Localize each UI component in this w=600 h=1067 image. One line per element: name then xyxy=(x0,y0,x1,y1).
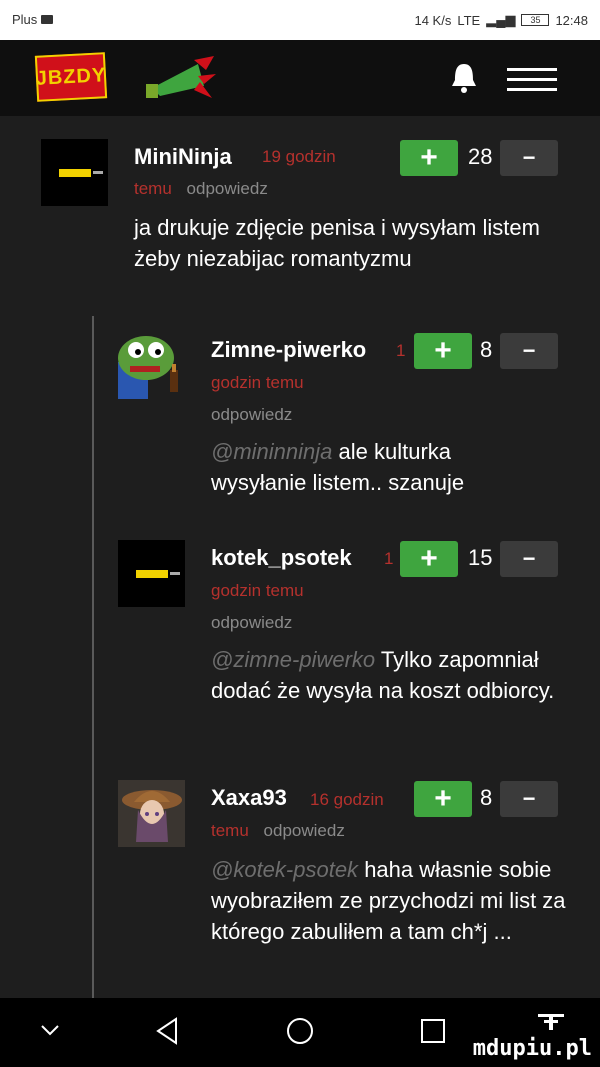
signal-icon: ▂▄▆ xyxy=(486,12,516,27)
network-speed: 14 K/s xyxy=(414,12,452,28)
downvote-button[interactable]: − xyxy=(500,333,558,369)
comment-meta: temu odpowiedz xyxy=(134,179,268,198)
pin-icon[interactable] xyxy=(536,1012,566,1032)
upvote-button[interactable]: + xyxy=(414,781,472,817)
hamburger-menu-icon[interactable] xyxy=(507,68,557,92)
home-icon[interactable] xyxy=(285,1016,315,1046)
comment-author[interactable]: Xaxa93 xyxy=(211,785,287,811)
comment-meta: temu odpowiedz xyxy=(211,821,345,840)
comment-score: 15 xyxy=(468,545,493,570)
reply-link[interactable]: odpowiedz xyxy=(211,610,292,636)
comment-text: @kotek-psotek haha własnie sobie wyobraz… xyxy=(211,857,566,944)
comments-section: MiniNinja 19 godzin + 28 − temu odpowied… xyxy=(0,116,600,998)
upvote-button[interactable]: + xyxy=(400,541,458,577)
status-bar: Plus 14 K/s LTE ▂▄▆ 35 12:48 xyxy=(0,0,600,40)
downvote-button[interactable]: − xyxy=(500,781,558,817)
mention-link[interactable]: @kotek-psotek xyxy=(211,857,358,882)
bell-icon[interactable] xyxy=(448,60,480,96)
downvote-button[interactable]: − xyxy=(500,541,558,577)
avatar[interactable] xyxy=(118,540,185,607)
system-nav-bar: mdupiu.pl xyxy=(0,998,600,1067)
comment-meta: godzin temu xyxy=(211,373,304,392)
watermark: mdupiu.pl xyxy=(472,1036,592,1061)
comment-score: 8 xyxy=(480,337,493,362)
comment-score: 8 xyxy=(480,785,493,810)
comment-meta: godzin temu xyxy=(211,581,304,600)
downvote-button[interactable]: − xyxy=(500,140,558,176)
notification-icon xyxy=(41,15,54,24)
comment-text: @zimne-piwerko Tylko zapomniał dodać że … xyxy=(211,647,555,703)
comment-time: 16 godzin xyxy=(310,790,384,809)
recents-icon[interactable] xyxy=(420,1018,446,1044)
avatar[interactable] xyxy=(118,780,185,847)
reply-link[interactable]: odpowiedz xyxy=(264,821,345,840)
network-type: LTE xyxy=(457,12,481,28)
comment-author[interactable]: Zimne-piwerko xyxy=(211,337,366,363)
battery-icon: 35 xyxy=(521,14,550,26)
avatar[interactable] xyxy=(118,332,185,399)
reply-thread-line xyxy=(92,316,94,998)
comment-author[interactable]: kotek_psotek xyxy=(211,545,352,571)
megaphone-icon[interactable] xyxy=(138,56,216,102)
clock: 12:48 xyxy=(555,12,588,28)
upvote-button[interactable]: + xyxy=(414,333,472,369)
comment-score: 28 xyxy=(468,144,493,169)
comment-time: 19 godzin xyxy=(262,147,336,166)
comment-author[interactable]: MiniNinja xyxy=(134,144,232,170)
reply-link[interactable]: odpowiedz xyxy=(211,402,292,428)
site-logo[interactable]: JBZDY xyxy=(34,52,108,102)
reply-link[interactable]: odpowiedz xyxy=(187,179,268,198)
chevron-down-icon[interactable] xyxy=(38,1022,62,1038)
back-icon[interactable] xyxy=(154,1016,180,1046)
carrier-label: Plus xyxy=(12,12,38,27)
comment-text: ja drukuje zdjęcie penisa i wysyłam list… xyxy=(134,215,540,271)
upvote-button[interactable]: + xyxy=(400,140,458,176)
comment-time: 1 xyxy=(384,549,394,568)
comment-text: @mininninja ale kulturka wysyłanie liste… xyxy=(211,439,465,495)
avatar[interactable] xyxy=(41,139,108,206)
comment-time: 1 xyxy=(396,341,406,360)
mention-link[interactable]: @zimne-piwerko xyxy=(211,647,375,672)
mention-link[interactable]: @mininninja xyxy=(211,439,332,464)
app-header: JBZDY xyxy=(0,40,600,116)
